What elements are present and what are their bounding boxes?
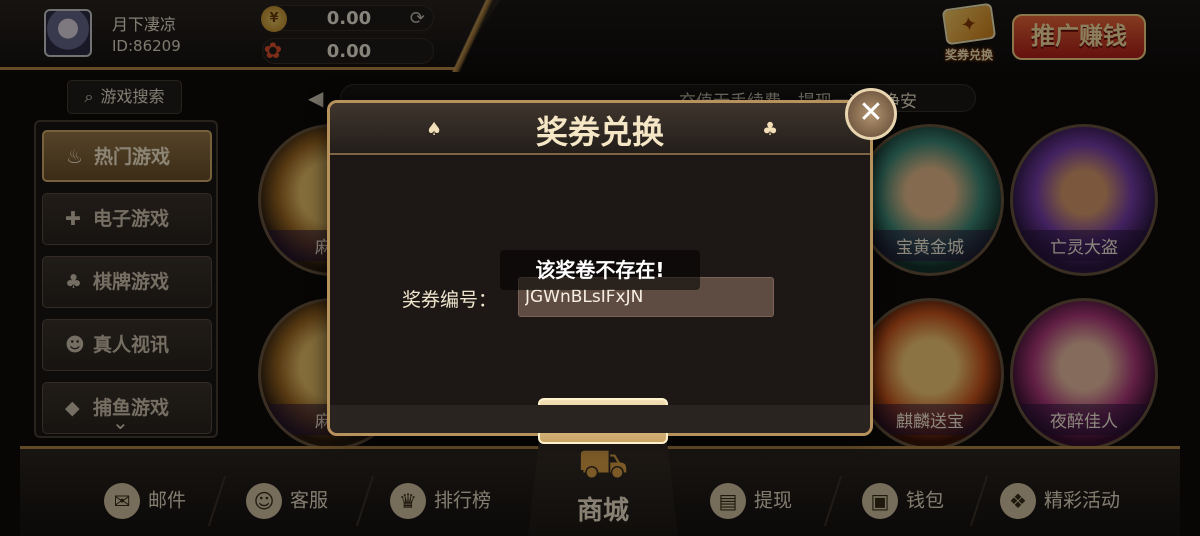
dialog-title: 奖券兑换 [535,113,664,151]
voucher-code-label: 奖券编号： [402,289,498,311]
dialog-header: ♠ 奖券兑换 ♣ [330,103,870,155]
dialog-footer [330,405,870,433]
close-icon[interactable]: ✕ [845,88,897,140]
error-toast: 该奖卷不存在! [500,250,700,290]
club-icon: ♣ [762,119,779,140]
